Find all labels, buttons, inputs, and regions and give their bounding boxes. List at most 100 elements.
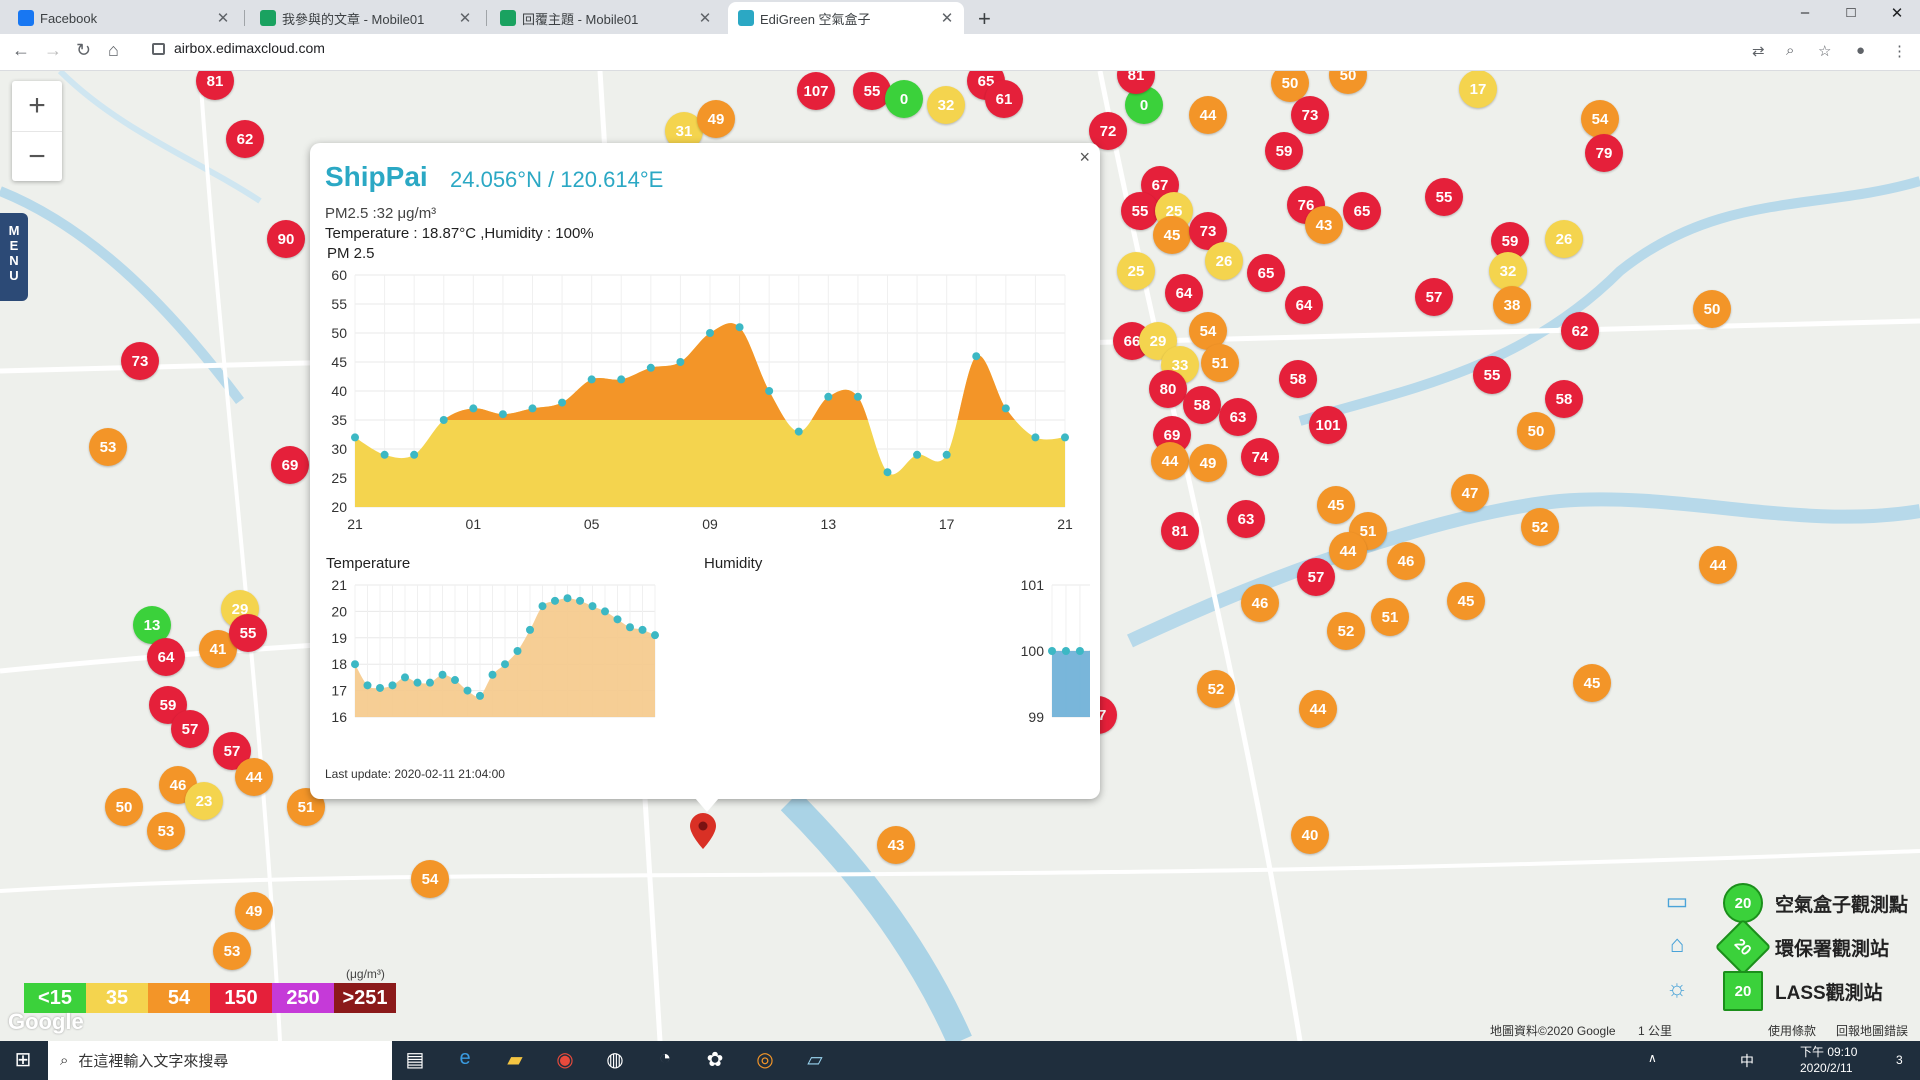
pm-marker[interactable]: 59 [1265,132,1303,170]
pm-marker[interactable]: 44 [1299,690,1337,728]
reload-icon[interactable]: ↻ [76,40,91,61]
tab-mobile01-articles[interactable]: 我參與的文章 - Mobile01 ✕ [250,2,482,34]
pm-marker[interactable]: 44 [1151,442,1189,480]
pm-marker[interactable]: 51 [1201,344,1239,382]
pm-marker[interactable]: 57 [171,710,209,748]
menu-dots-icon[interactable]: ⋮ [1892,42,1907,60]
pm-marker[interactable]: 53 [213,932,251,970]
pm-marker[interactable]: 26 [1205,242,1243,280]
maximize-button[interactable]: □ [1828,4,1874,21]
report-map-error-link[interactable]: 回報地圖錯誤 [1836,1022,1908,1039]
pm-marker[interactable]: 65 [1343,192,1381,230]
task-view-icon[interactable]: ▤ [400,1047,430,1075]
pm-marker[interactable]: 74 [1241,438,1279,476]
pm-marker[interactable]: 107 [797,72,835,110]
minimize-button[interactable]: – [1782,4,1828,21]
pm-marker[interactable]: 17 [1459,71,1497,108]
pm-marker[interactable]: 63 [1219,398,1257,436]
pm-marker[interactable]: 46 [1241,584,1279,622]
pm-marker[interactable]: 54 [1581,100,1619,138]
app-icon[interactable]: ◔ [650,1047,680,1075]
pm-marker[interactable]: 44 [1189,96,1227,134]
pm-marker[interactable]: 51 [1371,598,1409,636]
pm-marker[interactable]: 44 [1699,546,1737,584]
map-pin-icon[interactable] [690,813,716,849]
tab-facebook[interactable]: Facebook ✕ [8,2,240,34]
pm-marker[interactable]: 64 [147,638,185,676]
pm-marker[interactable]: 49 [697,100,735,138]
zoom-icon[interactable]: ⌕ [1786,42,1794,59]
close-icon[interactable]: ✕ [938,9,956,27]
pm-marker[interactable]: 0 [885,80,923,118]
pm-marker[interactable]: 43 [1305,206,1343,244]
clock-time[interactable]: 下午 09:10 [1800,1043,1857,1060]
close-icon[interactable]: ✕ [214,9,232,27]
popup-close-button[interactable]: × [1079,147,1090,168]
pm-marker[interactable]: 40 [1291,816,1329,854]
pm-marker[interactable]: 47 [1451,474,1489,512]
pm-marker[interactable]: 61 [985,80,1023,118]
pm-marker[interactable]: 49 [235,892,273,930]
pm-marker[interactable]: 81 [1161,512,1199,550]
close-icon[interactable]: ✕ [456,9,474,27]
taskbar-search[interactable]: ⌕ 在這裡輸入文字來搜尋 [48,1041,392,1080]
menu-tab[interactable]: MENU [0,213,28,301]
clock-date[interactable]: 2020/2/11 [1800,1061,1853,1075]
app-icon[interactable]: ◎ [750,1047,780,1075]
pm-marker[interactable]: 50 [1517,412,1555,450]
pm-marker[interactable]: 44 [235,758,273,796]
pm-marker[interactable]: 50 [105,788,143,826]
pm-marker[interactable]: 54 [411,860,449,898]
pm-marker[interactable]: 64 [1285,286,1323,324]
pm-marker[interactable]: 45 [1153,216,1191,254]
tab-mobile01-reply[interactable]: 回覆主題 - Mobile01 ✕ [490,2,722,34]
app-icon[interactable]: ▱ [800,1047,830,1075]
pm-marker[interactable]: 23 [185,782,223,820]
pm-marker[interactable]: 62 [226,120,264,158]
pm-marker[interactable]: 80 [1149,370,1187,408]
pm-marker[interactable]: 53 [147,812,185,850]
edge-icon[interactable]: e [450,1047,480,1075]
pm-marker[interactable]: 58 [1545,380,1583,418]
forward-icon[interactable]: → [44,40,62,61]
pm-marker[interactable]: 52 [1197,670,1235,708]
pm-marker[interactable]: 38 [1493,286,1531,324]
pm-marker[interactable]: 65 [1247,254,1285,292]
pm-marker[interactable]: 49 [1189,444,1227,482]
notification-count[interactable]: 3 [1896,1053,1903,1067]
chrome-icon[interactable]: ◉ [550,1047,580,1075]
pm-marker[interactable]: 32 [927,86,965,124]
pm-marker[interactable]: 55 [229,614,267,652]
pm-marker[interactable]: 69 [271,446,309,484]
pm-marker[interactable]: 73 [121,342,159,380]
pm-marker[interactable]: 45 [1573,664,1611,702]
pm-marker[interactable]: 57 [1415,278,1453,316]
pm-marker[interactable]: 43 [877,826,915,864]
home-icon[interactable]: ⌂ [108,40,119,61]
pm-marker[interactable]: 46 [1387,542,1425,580]
pm-marker[interactable]: 62 [1561,312,1599,350]
address-bar[interactable]: airbox.edimaxcloud.com [174,40,325,56]
new-tab-button[interactable]: + [978,6,991,32]
pm-marker[interactable]: 79 [1585,134,1623,172]
pm-marker[interactable]: 50 [1693,290,1731,328]
terms-link[interactable]: 使用條款 [1768,1022,1816,1039]
pm-marker[interactable]: 73 [1291,96,1329,134]
windows-start-icon[interactable]: ⊞ [8,1047,38,1075]
pm-marker[interactable]: 26 [1545,220,1583,258]
profile-icon[interactable]: ● [1856,42,1865,59]
app-icon[interactable]: ✿ [700,1047,730,1075]
pm-marker[interactable]: 64 [1165,274,1203,312]
zoom-in-button[interactable]: + [12,81,62,131]
translate-icon[interactable]: ⇄ [1752,42,1765,60]
pm-marker[interactable]: 25 [1117,252,1155,290]
pm-marker[interactable]: 55 [1473,356,1511,394]
pm-marker[interactable]: 52 [1327,612,1365,650]
app-icon[interactable]: ◍ [600,1047,630,1075]
file-explorer-icon[interactable]: ▰ [500,1047,530,1075]
back-icon[interactable]: ← [12,40,30,61]
pm-marker[interactable]: 32 [1489,252,1527,290]
pm-marker[interactable]: 58 [1183,386,1221,424]
pm-marker[interactable]: 57 [1297,558,1335,596]
pm-marker[interactable]: 63 [1227,500,1265,538]
